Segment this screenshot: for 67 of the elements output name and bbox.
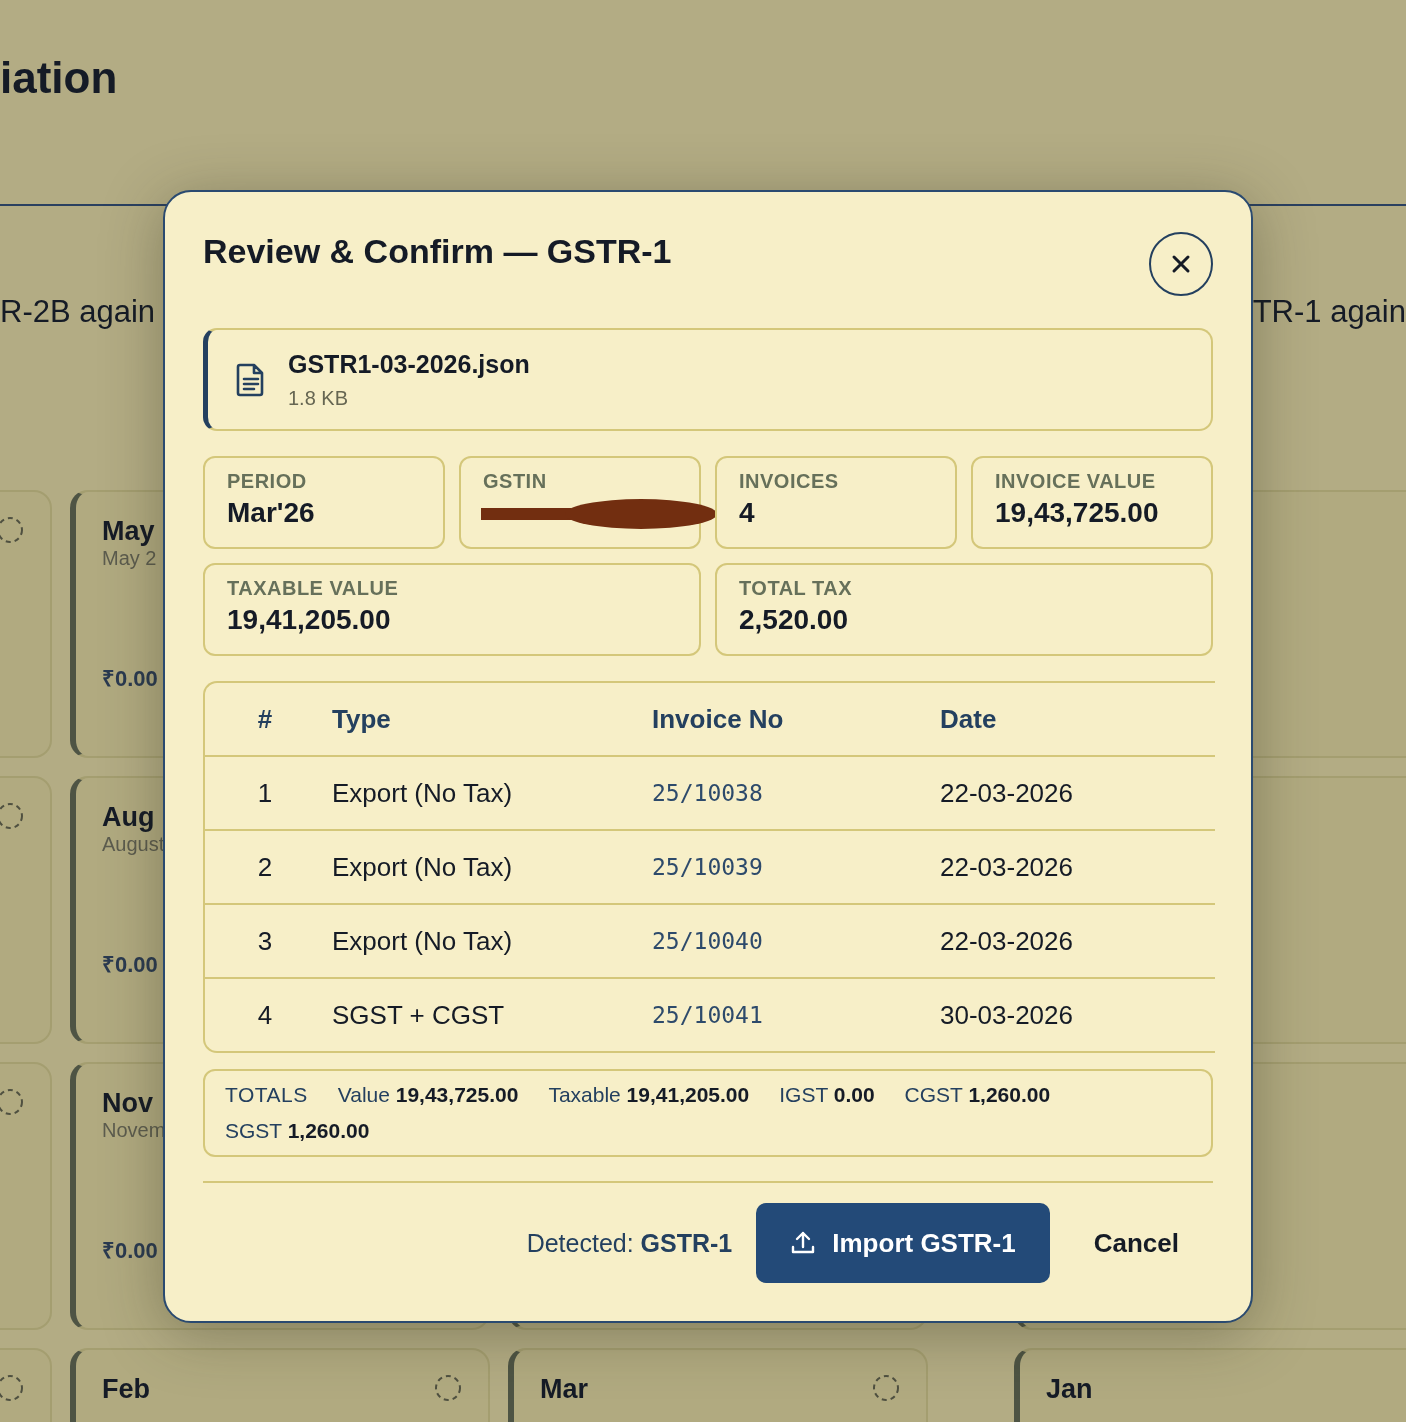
total-item: SGST 1,260.00	[225, 1119, 370, 1143]
table-cell-text: 4	[256, 999, 274, 1031]
table-cell-text: Export (No Tax)	[331, 925, 514, 957]
totals-label: TOTALS	[225, 1083, 308, 1107]
panel-description: TR-1 again	[1252, 293, 1406, 331]
table-cell-text: 25/10039	[651, 854, 764, 880]
panel-description: R-2B again	[0, 293, 156, 331]
file-size: 1.8 KB	[288, 386, 350, 410]
stat-value: 19,41,205.00	[227, 604, 392, 636]
total-item: IGST 0.00	[779, 1083, 875, 1107]
month-name: Nov	[102, 1088, 153, 1119]
close-icon	[1171, 254, 1191, 274]
column-header: Invoice No	[651, 703, 785, 735]
stat-value: 4	[739, 497, 756, 529]
upload-icon	[790, 1230, 817, 1256]
month-subtitle: Novem	[102, 1119, 166, 1142]
stat-label: PERIOD	[227, 470, 308, 493]
table-cell-text: 25/10040	[651, 928, 764, 954]
stat-label: TAXABLE VALUE	[227, 577, 400, 600]
stat-label: INVOICES	[739, 470, 840, 493]
stat-value: 2,520.00	[739, 604, 849, 636]
table-cell-text: 22-03-2026	[939, 925, 1074, 957]
table-cell-text: Export (No Tax)	[331, 851, 514, 883]
month-name: May	[102, 516, 155, 547]
close-button[interactable]	[1149, 232, 1213, 296]
table-cell-text: 1	[256, 777, 274, 809]
table-cell-text: 2	[256, 851, 274, 883]
dashed-circle-icon	[872, 1374, 900, 1402]
month-subtitle: May 2	[102, 547, 157, 570]
stat-label: INVOICE VALUE	[995, 470, 1157, 493]
month-subtitle: August	[102, 833, 165, 856]
month-amount: ₹0.00	[102, 951, 158, 978]
month-amount: ₹0.00	[102, 1237, 158, 1264]
table-cell-text: 25/10041	[651, 1002, 764, 1028]
stat-value: 19,43,725.00	[995, 497, 1160, 529]
document-icon	[236, 362, 266, 397]
dialog-title: Review & Confirm — GSTR-1	[203, 232, 672, 271]
month-name: Mar	[540, 1374, 588, 1405]
detected-type: Detected: GSTR-1	[526, 1228, 733, 1258]
table-cell-text: SGST + CGST	[331, 999, 506, 1031]
table-cell-text: Export (No Tax)	[331, 777, 514, 809]
total-item: Value 19,43,725.00	[337, 1083, 519, 1107]
column-header: #	[256, 703, 274, 735]
dashed-circle-icon	[434, 1374, 462, 1402]
total-item: Taxable 19,41,205.00	[548, 1083, 750, 1107]
month-name: Feb	[102, 1374, 150, 1405]
stat-label: GSTIN	[483, 470, 548, 493]
table-cell-text: 30-03-2026	[939, 999, 1074, 1031]
column-header: Type	[331, 703, 392, 735]
page-title: iation	[0, 52, 119, 104]
month-name: Jan	[1046, 1374, 1093, 1405]
cancel-button[interactable]: Cancel	[1073, 1227, 1213, 1259]
column-header: Date	[939, 703, 998, 735]
table-cell-text: 3	[256, 925, 274, 957]
table-cell-text: 22-03-2026	[939, 851, 1074, 883]
import-button[interactable]: Import GSTR-1	[756, 1203, 1050, 1283]
table-cell-text: 22-03-2026	[939, 777, 1074, 809]
month-amount: ₹0.00	[102, 665, 158, 692]
table-cell-text: 25/10038	[651, 780, 764, 806]
month-card[interactable]: Feb	[70, 1348, 490, 1422]
month-card[interactable]: Mar	[508, 1348, 928, 1422]
month-name: Aug	[102, 802, 155, 833]
file-name: GSTR1-03-2026.json	[288, 349, 530, 379]
stat-label: TOTAL TAX	[739, 577, 853, 600]
total-item: CGST 1,260.00	[904, 1083, 1051, 1107]
stat-value: Mar'26	[227, 497, 316, 529]
month-card[interactable]: Jan	[1014, 1348, 1406, 1422]
